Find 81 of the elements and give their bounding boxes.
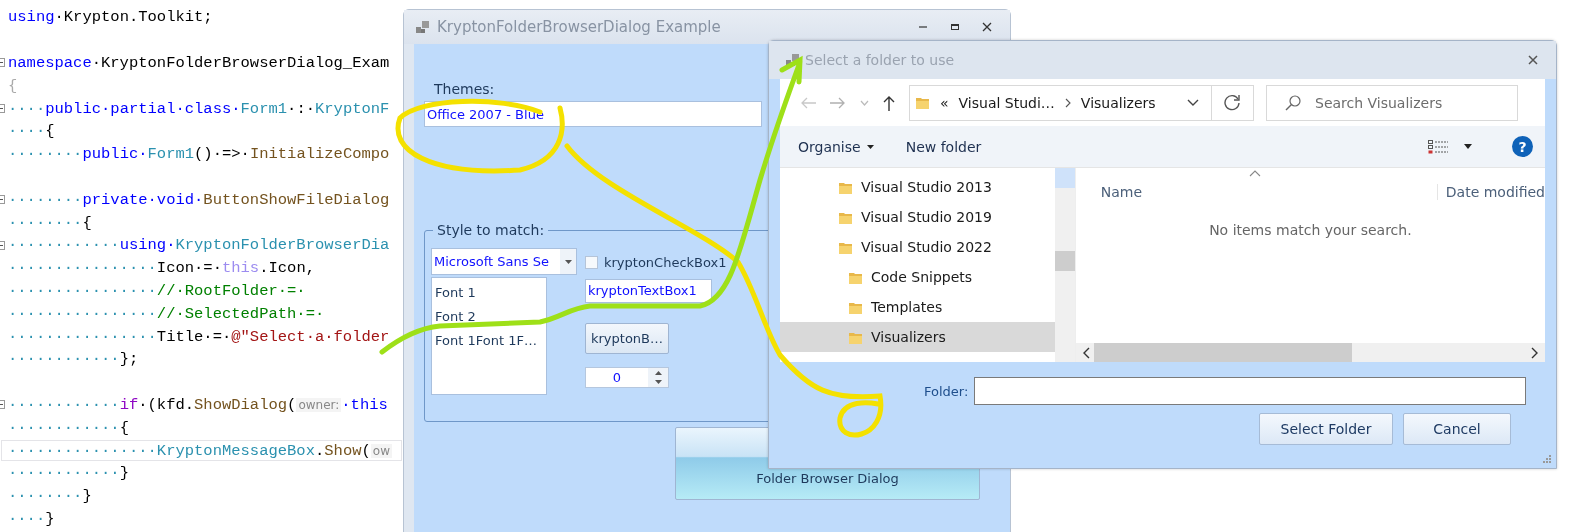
scroll-thumb[interactable]	[1054, 251, 1075, 271]
checkbox-label: kryptonCheckBox1	[604, 254, 727, 270]
scroll-thumb[interactable]	[1093, 343, 1352, 362]
code-text: namespace·KryptonFolderBrowserDialog_Exam	[8, 54, 390, 72]
app-icon	[786, 54, 799, 66]
tree-item[interactable]: Visualizers	[780, 322, 1055, 352]
app-icon	[416, 21, 429, 33]
close-icon[interactable]	[982, 22, 992, 32]
sort-caret-icon[interactable]	[1248, 170, 1261, 177]
scroll-right-icon[interactable]	[1531, 346, 1539, 359]
code-text: ············{	[8, 418, 129, 437]
code-text: using·Krypton.Toolkit;	[8, 8, 213, 27]
list-item[interactable]: Font 2	[435, 306, 546, 330]
column-header[interactable]: Date modified	[1437, 184, 1545, 200]
new-folder-button[interactable]: New folder	[897, 136, 990, 157]
code-text: ····{	[8, 122, 55, 141]
chevron-down-icon[interactable]	[1187, 99, 1199, 106]
search-icon[interactable]	[1285, 94, 1301, 111]
folder-icon	[915, 95, 930, 110]
code-text: ················Title·=·@"Select·a·folder	[8, 327, 390, 346]
code-text: ············};	[8, 350, 139, 369]
help-button[interactable]: ?	[1512, 136, 1533, 157]
chevron-right-icon[interactable]	[1064, 97, 1071, 108]
empty-message: No items match your search.	[1208, 222, 1413, 238]
caret-icon	[866, 144, 874, 149]
scrollbar[interactable]	[1054, 168, 1075, 362]
resize-grip-icon[interactable]	[1542, 454, 1552, 464]
folder-label: Folder:	[924, 383, 969, 399]
list-view-icon[interactable]	[1428, 139, 1448, 154]
dialog-title: Select a folder to use	[805, 52, 955, 68]
tree-item[interactable]: Templates	[780, 292, 1055, 322]
tree-item[interactable]: Visual Studio 2022	[780, 232, 1055, 262]
code-text: ····}	[8, 509, 55, 528]
list-item[interactable]: Font 1Font 1F…	[435, 330, 546, 354]
refresh-icon	[1224, 94, 1241, 111]
up-arrow-icon[interactable]	[883, 94, 895, 111]
address-bar[interactable]: « Visual Studi… Visualizers	[909, 84, 1212, 121]
scroll-left-icon[interactable]	[1081, 346, 1090, 359]
code-text: ················//·RootFolder·=·	[8, 281, 306, 300]
code-text: ················KryptonMessageBox.Show(ow	[8, 441, 392, 460]
code-text: ············if·(kfd.ShowDialog(owner:·this	[8, 395, 388, 414]
list-item[interactable]: Font 1	[435, 282, 546, 306]
code-text: ········{	[8, 213, 92, 232]
dropdown-arrow-icon[interactable]	[564, 259, 572, 264]
code-text: ················Icon·=·this.Icon,	[8, 259, 315, 278]
spin-down-icon[interactable]	[654, 380, 662, 385]
code-text: ········}	[8, 487, 92, 506]
overflow-chevrons[interactable]: «	[940, 94, 949, 111]
tree-item[interactable]: Code Snippets	[780, 262, 1055, 292]
themes-label: Themes:	[434, 81, 495, 97]
spin-up-icon[interactable]	[654, 370, 662, 375]
tree-item[interactable]: Visual Studio 2013	[780, 172, 1055, 202]
code-text: ········private·void·ButtonShowFileDialog	[8, 190, 390, 209]
text-field[interactable]: kryptonTextBox1	[585, 279, 712, 303]
code-text: ············using·KryptonFolderBrowserDia	[8, 236, 390, 255]
refresh-button[interactable]	[1212, 84, 1254, 121]
folder-field[interactable]	[974, 377, 1527, 405]
checkbox[interactable]	[585, 255, 598, 269]
group-legend: Style to match:	[433, 222, 549, 238]
maximize-icon[interactable]	[950, 22, 960, 32]
window-title: KryptonFolderBrowserDialog Example	[437, 18, 721, 36]
numeric-field[interactable]: 0	[585, 367, 669, 388]
code-text: ········public·Form1()·=>·InitializeCompo	[8, 145, 390, 164]
organise-menu[interactable]: Organise	[790, 136, 882, 157]
scrollbar[interactable]	[1075, 343, 1545, 362]
code-text: ················//·SelectedPath·=·	[8, 304, 325, 323]
dialog-button[interactable]: Select Folder	[1259, 413, 1393, 445]
tree-item[interactable]: Visual Studio 2019	[780, 202, 1055, 232]
krypton-button[interactable]: kryptonB…	[585, 323, 669, 354]
code-text: ············}	[8, 464, 129, 483]
search-box[interactable]: Search Visualizers	[1266, 84, 1518, 121]
code-text: {	[8, 76, 18, 95]
breadcrumb[interactable]: Visualizers	[1080, 94, 1156, 111]
column-header[interactable]: Name	[1075, 184, 1438, 200]
close-icon[interactable]	[1528, 55, 1538, 65]
caret-icon[interactable]	[1464, 144, 1472, 149]
dialog-button[interactable]: Cancel	[1403, 413, 1511, 445]
font-list[interactable]: Font 1 Font 2 Font 1Font 1F…	[431, 277, 547, 395]
breadcrumb[interactable]: Visual Studi…	[958, 94, 1055, 111]
font-combo[interactable]: Microsoft Sans Se	[431, 248, 577, 275]
code-text: ····public·partial·class·Form1·:·KryptonF	[8, 99, 390, 118]
